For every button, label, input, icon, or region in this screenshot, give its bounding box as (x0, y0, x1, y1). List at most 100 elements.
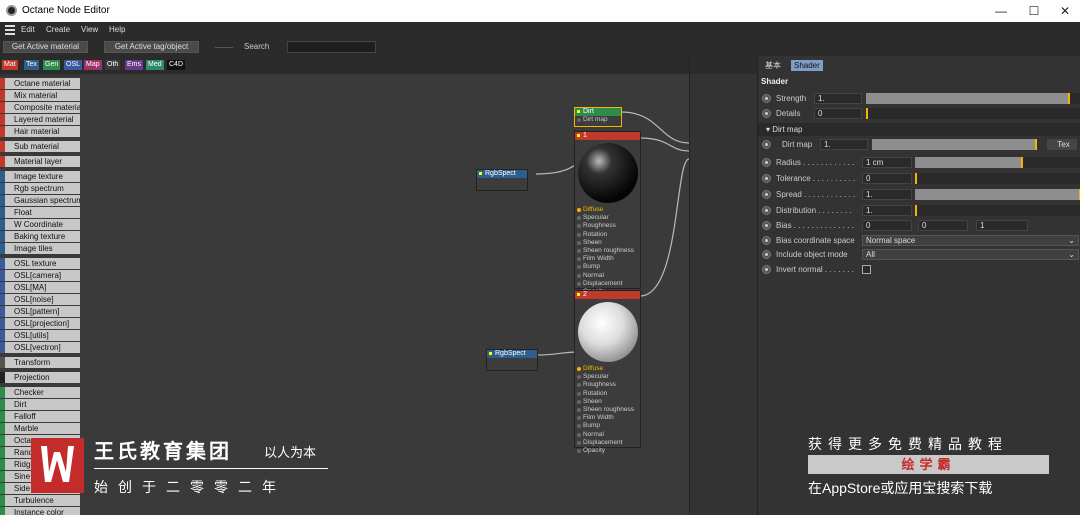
include-select[interactable]: All ⌄ (862, 249, 1079, 260)
details-animate-icon[interactable] (762, 109, 771, 118)
sidebar-item[interactable]: Mix material (0, 90, 80, 101)
rgbspect-node-1[interactable]: RgbSpect (476, 169, 528, 191)
category-med[interactable]: Med (146, 60, 164, 70)
invert-animate-icon[interactable] (762, 265, 771, 274)
sidebar-item[interactable]: Transform (0, 357, 80, 368)
node-port[interactable]: Sheen roughness (575, 247, 640, 255)
strength-animate-icon[interactable] (762, 94, 771, 103)
bias-z-field[interactable]: 1 (976, 220, 1028, 231)
radius-slider[interactable] (915, 157, 1080, 168)
category-ems[interactable]: Ems (125, 60, 143, 70)
node-port[interactable]: Diffuse (575, 206, 640, 214)
node-port[interactable]: Sheen roughness (575, 406, 640, 414)
node-port[interactable]: Sheen (575, 239, 640, 247)
maximize-button[interactable]: ☐ (1019, 3, 1049, 19)
tolerance-field[interactable]: 0 (862, 173, 912, 184)
node-port[interactable]: Film Width (575, 414, 640, 422)
radius-animate-icon[interactable] (762, 158, 771, 167)
sidebar-item[interactable]: Float (0, 207, 80, 218)
sidebar-item[interactable]: Image texture (0, 171, 80, 182)
sidebar-item[interactable]: Projection (0, 372, 80, 383)
menu-help[interactable]: Help (109, 25, 125, 34)
node-port[interactable]: Rotation (575, 390, 640, 398)
category-c4d[interactable]: C4D (167, 60, 186, 70)
radius-field[interactable]: 1 cm (862, 157, 912, 168)
node-port[interactable]: Roughness (575, 381, 640, 389)
bias-x-field[interactable]: 0 (862, 220, 912, 231)
invert-checkbox[interactable] (862, 265, 871, 274)
node-port[interactable]: Displacement (575, 439, 640, 447)
node-port[interactable]: Bump (575, 422, 640, 430)
dirt-node[interactable]: Dirt Dirt map (574, 107, 622, 127)
sidebar-item[interactable]: Octane material (0, 78, 80, 89)
strength-field[interactable]: 1. (814, 93, 862, 104)
category-tex[interactable]: Tex (24, 60, 39, 70)
node-port[interactable]: Opacity (575, 447, 640, 455)
tab-basic[interactable]: 基本 (762, 60, 784, 71)
sidebar-item[interactable]: OSL[pattern] (0, 306, 80, 317)
node-port[interactable]: Normal (575, 272, 640, 280)
spread-field[interactable]: 1. (862, 189, 912, 200)
tolerance-slider[interactable] (915, 173, 1080, 184)
tex-button[interactable]: Tex (1047, 139, 1077, 150)
node-port[interactable]: Normal (575, 431, 640, 439)
details-field[interactable]: 0 (814, 108, 862, 119)
dirtmap-field[interactable]: 1. (820, 139, 868, 150)
strength-slider[interactable] (866, 93, 1080, 104)
node-port[interactable]: Rotation (575, 231, 640, 239)
bias-space-animate-icon[interactable] (762, 236, 771, 245)
tab-shader[interactable]: Shader (791, 60, 823, 71)
menu-view[interactable]: View (81, 25, 98, 34)
sidebar-item[interactable]: Sub material (0, 141, 80, 152)
node-port[interactable]: Sheen (575, 398, 640, 406)
node-port[interactable]: Diffuse (575, 365, 640, 373)
node-port[interactable]: Specular (575, 373, 640, 381)
spread-animate-icon[interactable] (762, 190, 771, 199)
bias-y-field[interactable]: 0 (918, 220, 968, 231)
category-map[interactable]: Map (84, 60, 102, 70)
hamburger-icon[interactable] (5, 25, 15, 35)
sidebar-item[interactable]: Material layer (0, 156, 80, 167)
dirt-map-port[interactable]: Dirt map (575, 116, 621, 124)
get-active-tag-button[interactable]: Get Active tag/object (104, 41, 199, 53)
node-port[interactable]: Bump (575, 263, 640, 271)
rgbspect-node-2[interactable]: RgbSpect (486, 349, 538, 371)
sidebar-item[interactable]: OSL[noise] (0, 294, 80, 305)
sidebar-item[interactable]: Falloff (0, 411, 80, 422)
sidebar-item[interactable]: Layered material (0, 114, 80, 125)
category-mat[interactable]: Mat (2, 60, 18, 70)
sidebar-item[interactable]: Baking texture (0, 231, 80, 242)
sidebar-item[interactable]: Gaussian spectrum (0, 195, 80, 206)
include-animate-icon[interactable] (762, 250, 771, 259)
node-port[interactable]: Displacement (575, 280, 640, 288)
category-osl[interactable]: OSL (64, 60, 83, 70)
close-button[interactable]: ✕ (1050, 3, 1080, 19)
distribution-slider[interactable] (915, 205, 1080, 216)
sidebar-item[interactable]: OSL[utils] (0, 330, 80, 341)
distribution-animate-icon[interactable] (762, 206, 771, 215)
dirt-map-group[interactable]: ▾ Dirt map (758, 123, 1080, 136)
details-slider[interactable] (866, 108, 1080, 119)
sidebar-item[interactable]: Hair material (0, 126, 80, 137)
get-active-material-button[interactable]: Get Active material (3, 41, 88, 53)
bias-space-select[interactable]: Normal space ⌄ (862, 235, 1079, 246)
material-node-1[interactable]: 1 Diffuse Specular Roughness Rotation Sheen S… (574, 131, 641, 295)
minimize-button[interactable]: — (986, 3, 1016, 19)
search-input[interactable] (287, 41, 376, 53)
dirtmap-slider[interactable] (872, 139, 1037, 150)
sidebar-item[interactable]: OSL[MA] (0, 282, 80, 293)
sidebar-item[interactable]: OSL texture (0, 258, 80, 269)
bias-animate-icon[interactable] (762, 221, 771, 230)
node-port[interactable]: Film Width (575, 255, 640, 263)
distribution-field[interactable]: 1. (862, 205, 912, 216)
node-port[interactable]: Specular (575, 214, 640, 222)
sidebar-item[interactable]: OSL[vectron] (0, 342, 80, 353)
sidebar-item[interactable]: Image tiles (0, 243, 80, 254)
menu-create[interactable]: Create (46, 25, 70, 34)
node-port[interactable]: Roughness (575, 222, 640, 230)
sidebar-item[interactable]: W Coordinate (0, 219, 80, 230)
menu-edit[interactable]: Edit (21, 25, 35, 34)
sidebar-item[interactable]: OSL[camera] (0, 270, 80, 281)
sidebar-item[interactable]: Rgb spectrum (0, 183, 80, 194)
sidebar-item[interactable]: Checker (0, 387, 80, 398)
